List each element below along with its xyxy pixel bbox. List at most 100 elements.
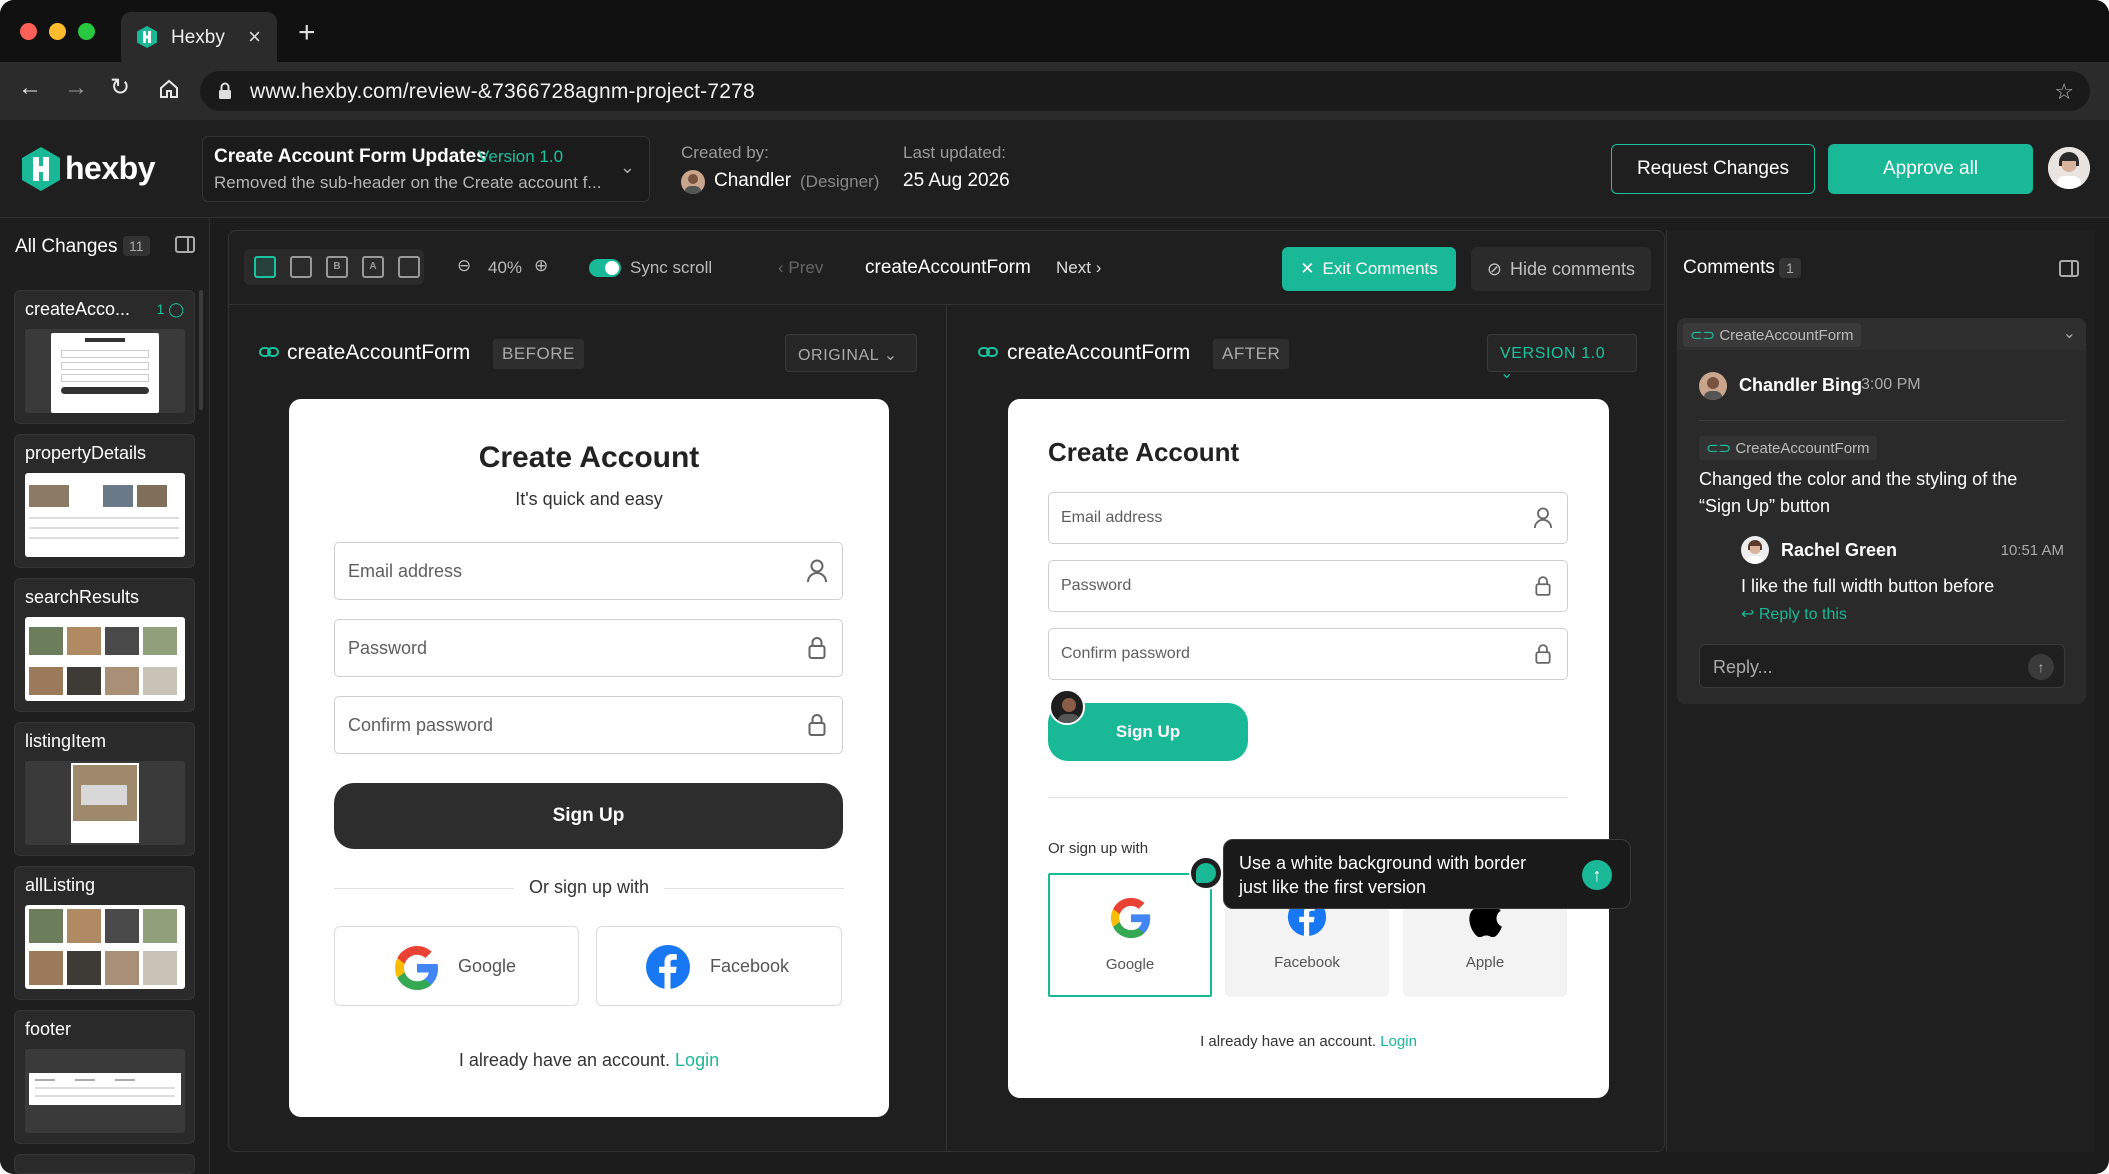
close-window-button[interactable]: [20, 23, 37, 40]
review-toolbar: B A ⊖ 40% ⊕ Sync scroll ‹ Prev createAcc…: [229, 231, 1664, 305]
sync-scroll-toggle[interactable]: [589, 259, 621, 277]
comments-count-badge: 1: [1779, 258, 1801, 278]
before-signup-button[interactable]: Sign Up: [334, 783, 843, 849]
forward-icon[interactable]: →: [64, 76, 88, 100]
before-login-link[interactable]: Login: [675, 1050, 719, 1070]
project-title: Create Account Form Updates: [214, 146, 487, 167]
before-view-icon[interactable]: B: [326, 256, 348, 278]
before-version-select[interactable]: ORIGINAL ⌄: [785, 334, 917, 372]
approve-all-button[interactable]: Approve all: [1828, 144, 2033, 194]
comment-pin-avatar[interactable]: [1049, 689, 1085, 725]
request-changes-button[interactable]: Request Changes: [1611, 144, 1815, 194]
home-icon[interactable]: [158, 78, 180, 100]
after-login-link[interactable]: Login: [1380, 1033, 1417, 1050]
reply-placeholder: Reply...: [1713, 657, 1773, 677]
zoom-out-icon[interactable]: ⊖: [457, 256, 471, 276]
sidebar-item-more[interactable]: [14, 1154, 195, 1174]
before-email-field[interactable]: Email address: [334, 542, 843, 600]
hide-comments-button[interactable]: ⊘ Hide comments: [1471, 247, 1651, 291]
comments-panel: Comments 1 ⊂⊃ CreateAccountForm ⌄ Chandl…: [1666, 230, 2095, 1152]
comment-thread: ⊂⊃ CreateAccountForm ⌄ Chandler Bing 3:0…: [1677, 318, 2086, 704]
sidebar-item-label: listingItem: [25, 731, 107, 751]
collapse-comments-icon[interactable]: [2059, 260, 2079, 277]
lock-icon: [219, 82, 231, 99]
reply-link-label: Reply to this: [1758, 606, 1847, 623]
next-button[interactable]: Next ›: [1056, 258, 1101, 278]
comment-text: Changed the color and the styling of the…: [1699, 469, 2018, 516]
or-divider-right: [664, 888, 844, 889]
after-google-button[interactable]: Google: [1048, 873, 1212, 997]
chevron-down-icon: ⌄: [619, 157, 635, 177]
before-password-field[interactable]: Password: [334, 619, 843, 677]
after-view-letter: A: [369, 261, 377, 272]
before-component-name: createAccountForm: [287, 341, 471, 364]
creator-role: (Designer): [800, 172, 880, 191]
minimize-window-button[interactable]: [49, 23, 66, 40]
sidebar-item-footer[interactable]: footer: [14, 1010, 195, 1144]
lock-icon: [808, 714, 826, 736]
before-confirm-field[interactable]: Confirm password: [334, 696, 843, 754]
sidebar-item-alllisting[interactable]: allListing: [14, 866, 195, 1000]
before-google-button[interactable]: Google: [334, 926, 579, 1006]
after-confirm-field[interactable]: Confirm password: [1048, 628, 1568, 680]
send-arrow-icon[interactable]: ↑: [1582, 860, 1612, 890]
browser-tab[interactable]: Hexby ×: [121, 12, 277, 62]
after-password-field[interactable]: Password: [1048, 560, 1568, 612]
before-confirm-placeholder: Confirm password: [348, 715, 494, 735]
prev-label: Prev: [788, 258, 824, 277]
url-field[interactable]: www.hexby.com/review-&7366728agnm-projec…: [200, 71, 2090, 111]
before-facebook-label: Facebook: [710, 956, 790, 976]
reply-input[interactable]: Reply... ↑: [1699, 644, 2065, 688]
reply-to-this-link[interactable]: ↩ Reply to this: [1741, 604, 1847, 624]
link-icon: ⊂⊃: [1690, 327, 1716, 344]
after-select-value: VERSION 1.0: [1500, 345, 1606, 362]
sidebar-item-label: propertyDetails: [25, 443, 147, 463]
after-google-label: Google: [1105, 956, 1155, 973]
project-selector[interactable]: Create Account Form Updates Version 1.0 …: [202, 136, 650, 202]
split-view-icon[interactable]: [254, 256, 276, 278]
thread-header[interactable]: ⊂⊃ CreateAccountForm ⌄: [1677, 318, 2086, 350]
before-password-placeholder: Password: [348, 638, 428, 658]
inline-comment-bubble[interactable]: Use a white background with border just …: [1223, 839, 1631, 909]
sidebar-item-createaccountform[interactable]: createAcco... 1 ◯: [14, 290, 195, 424]
sidebar-scrollbar[interactable]: [199, 290, 203, 410]
before-preview-card: Create Account It's quick and easy Email…: [289, 399, 889, 1117]
diff-view-icon[interactable]: [398, 256, 420, 278]
link-icon: [978, 347, 998, 357]
bookmark-star-icon[interactable]: ☆: [2054, 79, 2074, 105]
prev-button[interactable]: ‹ Prev: [778, 258, 823, 278]
collapse-sidebar-icon[interactable]: [175, 236, 195, 253]
view-mode-group: B A: [244, 249, 424, 285]
eye-off-icon: ⊘: [1486, 258, 1503, 279]
lock-icon: [808, 637, 826, 659]
overlay-view-icon[interactable]: [290, 256, 312, 278]
user-avatar[interactable]: [2048, 147, 2090, 189]
send-icon[interactable]: ↑: [2028, 654, 2054, 680]
hexby-logo-icon: [22, 147, 60, 191]
zoom-in-icon[interactable]: ⊕: [534, 256, 548, 276]
sidebar-item-propertydetails[interactable]: propertyDetails: [14, 434, 195, 568]
creator-name: Chandler: [714, 170, 792, 191]
thumbnail-image: [25, 1049, 185, 1133]
back-icon[interactable]: ←: [18, 76, 42, 100]
reply-avatar-rachel: [1741, 536, 1769, 564]
maximize-window-button[interactable]: [78, 23, 95, 40]
last-updated-label: Last updated:: [903, 143, 1007, 162]
new-tab-icon[interactable]: +: [298, 18, 316, 48]
app-header: hexby Create Account Form Updates Versio…: [0, 120, 2109, 218]
reload-icon[interactable]: ↻: [110, 76, 130, 100]
after-version-select[interactable]: VERSION 1.0 ⌄: [1487, 334, 1637, 382]
user-icon: [1533, 507, 1553, 529]
before-facebook-button[interactable]: Facebook: [596, 926, 842, 1006]
exit-comments-button[interactable]: ✕ Exit Comments: [1282, 247, 1456, 291]
chevron-down-icon: ⌄: [1500, 365, 1515, 382]
tab-close-icon[interactable]: ×: [248, 24, 261, 50]
sidebar-item-searchresults[interactable]: searchResults: [14, 578, 195, 712]
comment-marker-icon[interactable]: [1189, 856, 1223, 890]
sidebar-item-listingitem[interactable]: listingItem: [14, 722, 195, 856]
browser-tab-bar: Hexby × +: [0, 0, 2109, 62]
after-email-field[interactable]: Email address: [1048, 492, 1568, 544]
inline-comment-text: Use a white background with border just …: [1239, 853, 1527, 897]
chevron-down-icon: ⌄: [2062, 325, 2076, 342]
after-view-icon[interactable]: A: [362, 256, 384, 278]
